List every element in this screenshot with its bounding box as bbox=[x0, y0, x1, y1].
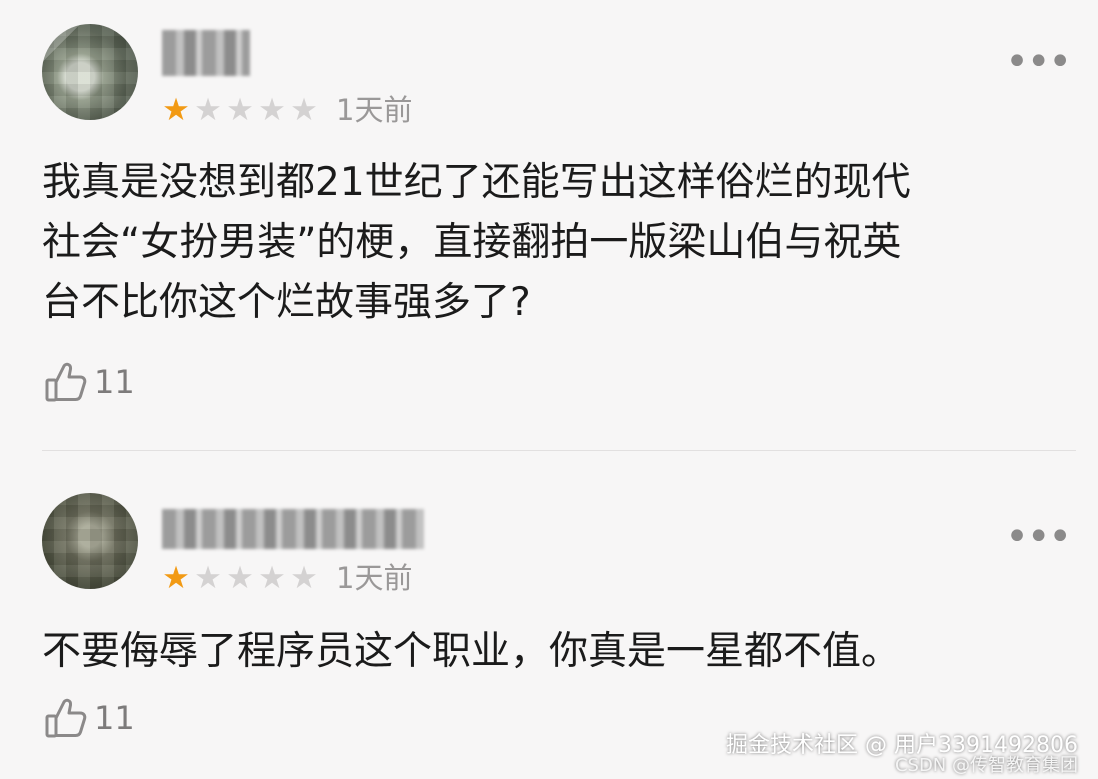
comment-text-line: 不要侮辱了程序员这个职业，你真是一星都不值。 bbox=[42, 629, 901, 674]
more-dots-icon[interactable]: ••• bbox=[1005, 517, 1072, 557]
star-icon: ★ bbox=[194, 92, 222, 128]
thumbs-up-icon bbox=[45, 698, 87, 738]
star-icon: ★ bbox=[258, 92, 286, 128]
star-icon: ★ bbox=[258, 560, 286, 596]
avatar[interactable] bbox=[42, 24, 138, 120]
rating-row: ★ ★ ★ ★ ★ 1天前 bbox=[160, 558, 412, 598]
comment-card: ★ ★ ★ ★ ★ 1天前 ••• 我真是没想到都21世纪了还能写出这样俗烂的现… bbox=[0, 0, 1098, 450]
star-icon: ★ bbox=[290, 92, 318, 128]
watermark-csdn: CSDN @传智教育集团 bbox=[894, 755, 1078, 776]
rating-row: ★ ★ ★ ★ ★ 1天前 bbox=[160, 90, 412, 130]
avatar[interactable] bbox=[42, 493, 138, 589]
comment-text-line: 台不比你这个烂故事强多了? bbox=[42, 280, 531, 325]
comment-text: 不要侮辱了程序员这个职业，你真是一星都不值。 bbox=[42, 622, 1072, 682]
star-icon: ★ bbox=[162, 560, 190, 596]
star-icon: ★ bbox=[290, 560, 318, 596]
comment-time: 1天前 bbox=[336, 561, 413, 595]
comment-text-line: 社会“女扮男装”的梗，直接翻拍一版梁山伯与祝英 bbox=[42, 220, 902, 265]
like-count: 11 bbox=[94, 363, 135, 401]
star-icon: ★ bbox=[162, 92, 190, 128]
star-icon: ★ bbox=[226, 92, 254, 128]
comment-text-line: 我真是没想到都21世纪了还能写出这样俗烂的现代 bbox=[42, 160, 911, 205]
like-count: 11 bbox=[94, 699, 135, 737]
more-dots-icon[interactable]: ••• bbox=[1005, 42, 1072, 82]
star-icon: ★ bbox=[194, 560, 222, 596]
like-button[interactable]: 11 bbox=[44, 694, 135, 742]
star-icon: ★ bbox=[226, 560, 254, 596]
thumbs-up-icon bbox=[45, 362, 87, 402]
comment-text: 我真是没想到都21世纪了还能写出这样俗烂的现代 社会“女扮男装”的梗，直接翻拍一… bbox=[42, 153, 1072, 333]
username-blurred[interactable] bbox=[162, 30, 250, 76]
username-blurred[interactable] bbox=[162, 509, 424, 549]
like-button[interactable]: 11 bbox=[44, 358, 135, 406]
comment-time: 1天前 bbox=[336, 93, 413, 127]
